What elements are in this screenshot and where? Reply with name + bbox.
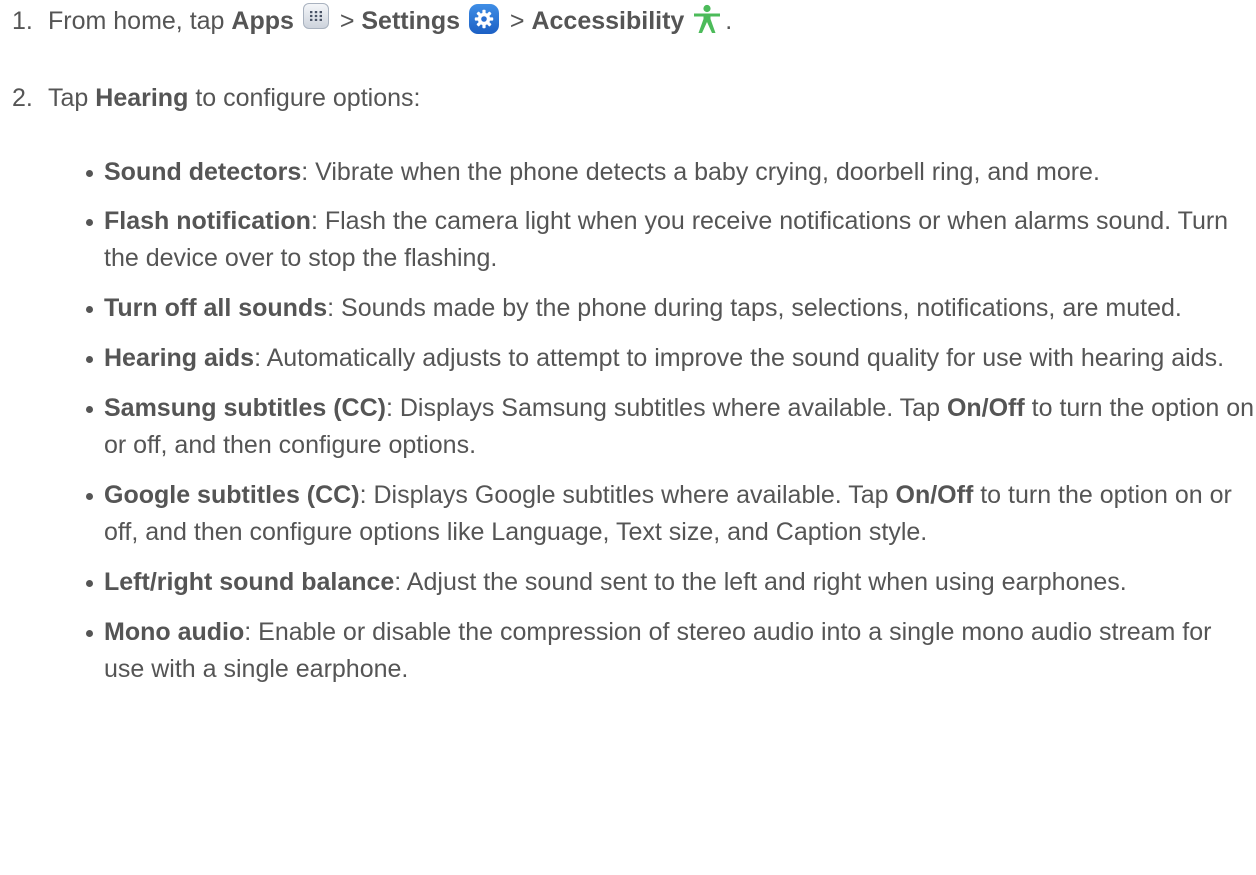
- step-suffix: .: [725, 7, 733, 35]
- option-description: : Adjust the sound sent to the left and …: [394, 568, 1127, 596]
- separator: >: [339, 7, 355, 35]
- hearing-label: Hearing: [95, 84, 189, 112]
- list-item: Sound detectors: Vibrate when the phone …: [84, 154, 1256, 191]
- list-item: Google subtitles (CC): Displays Google s…: [84, 477, 1256, 551]
- list-item: Left/right sound balance: Adjust the sou…: [84, 564, 1256, 601]
- option-term: Hearing aids: [104, 344, 255, 372]
- list-item: Mono audio: Enable or disable the compre…: [84, 614, 1256, 688]
- step-text-prefix: Tap: [48, 84, 89, 112]
- option-term: Flash notification: [104, 207, 311, 235]
- option-description: : Automatically adjusts to attempt to im…: [254, 344, 1225, 372]
- option-term: Left/right sound balance: [104, 568, 395, 596]
- list-item: Samsung subtitles (CC): Displays Samsung…: [84, 390, 1256, 464]
- step-number: 1.: [12, 7, 33, 35]
- step-number: 2.: [12, 84, 33, 112]
- apps-grid-icon: [302, 3, 329, 29]
- hearing-options-list: Sound detectors: Vibrate when the phone …: [84, 154, 1256, 701]
- step-2: 2. Tap Hearing to configure options:: [12, 80, 420, 117]
- settings-gear-icon: [468, 4, 499, 34]
- separator: >: [509, 7, 525, 35]
- option-term: Sound detectors: [104, 158, 302, 186]
- option-term: Google subtitles (CC): [104, 481, 360, 509]
- apps-label: Apps: [231, 7, 294, 35]
- step-suffix: to configure options:: [195, 84, 421, 112]
- accessibility-label: Accessibility: [531, 7, 685, 35]
- settings-label: Settings: [361, 7, 460, 35]
- instructions-document: 1. From home, tap Apps > Settings > Acce…: [0, 0, 1256, 875]
- on-off-label: On/Off: [946, 394, 1025, 422]
- option-term: Turn off all sounds: [104, 294, 328, 322]
- list-item: Turn off all sounds: Sounds made by the …: [84, 290, 1256, 327]
- step-text-prefix: From home, tap: [48, 7, 225, 35]
- list-item: Flash notification: Flash the camera lig…: [84, 203, 1256, 277]
- option-term: Mono audio: [104, 618, 245, 646]
- list-item: Hearing aids: Automatically adjusts to a…: [84, 340, 1256, 377]
- option-description: : Displays Google subtitles where availa…: [359, 481, 889, 509]
- option-description: : Sounds made by the phone during taps, …: [327, 294, 1182, 322]
- option-description: : Displays Samsung subtitles where avail…: [385, 394, 940, 422]
- option-term: Samsung subtitles (CC): [104, 394, 386, 422]
- option-description: : Enable or disable the compression of s…: [104, 618, 1212, 683]
- on-off-label: On/Off: [895, 481, 974, 509]
- step-1: 1. From home, tap Apps > Settings > Acce…: [12, 3, 732, 40]
- accessibility-person-icon: [693, 4, 721, 34]
- option-description: : Vibrate when the phone detects a baby …: [301, 158, 1100, 186]
